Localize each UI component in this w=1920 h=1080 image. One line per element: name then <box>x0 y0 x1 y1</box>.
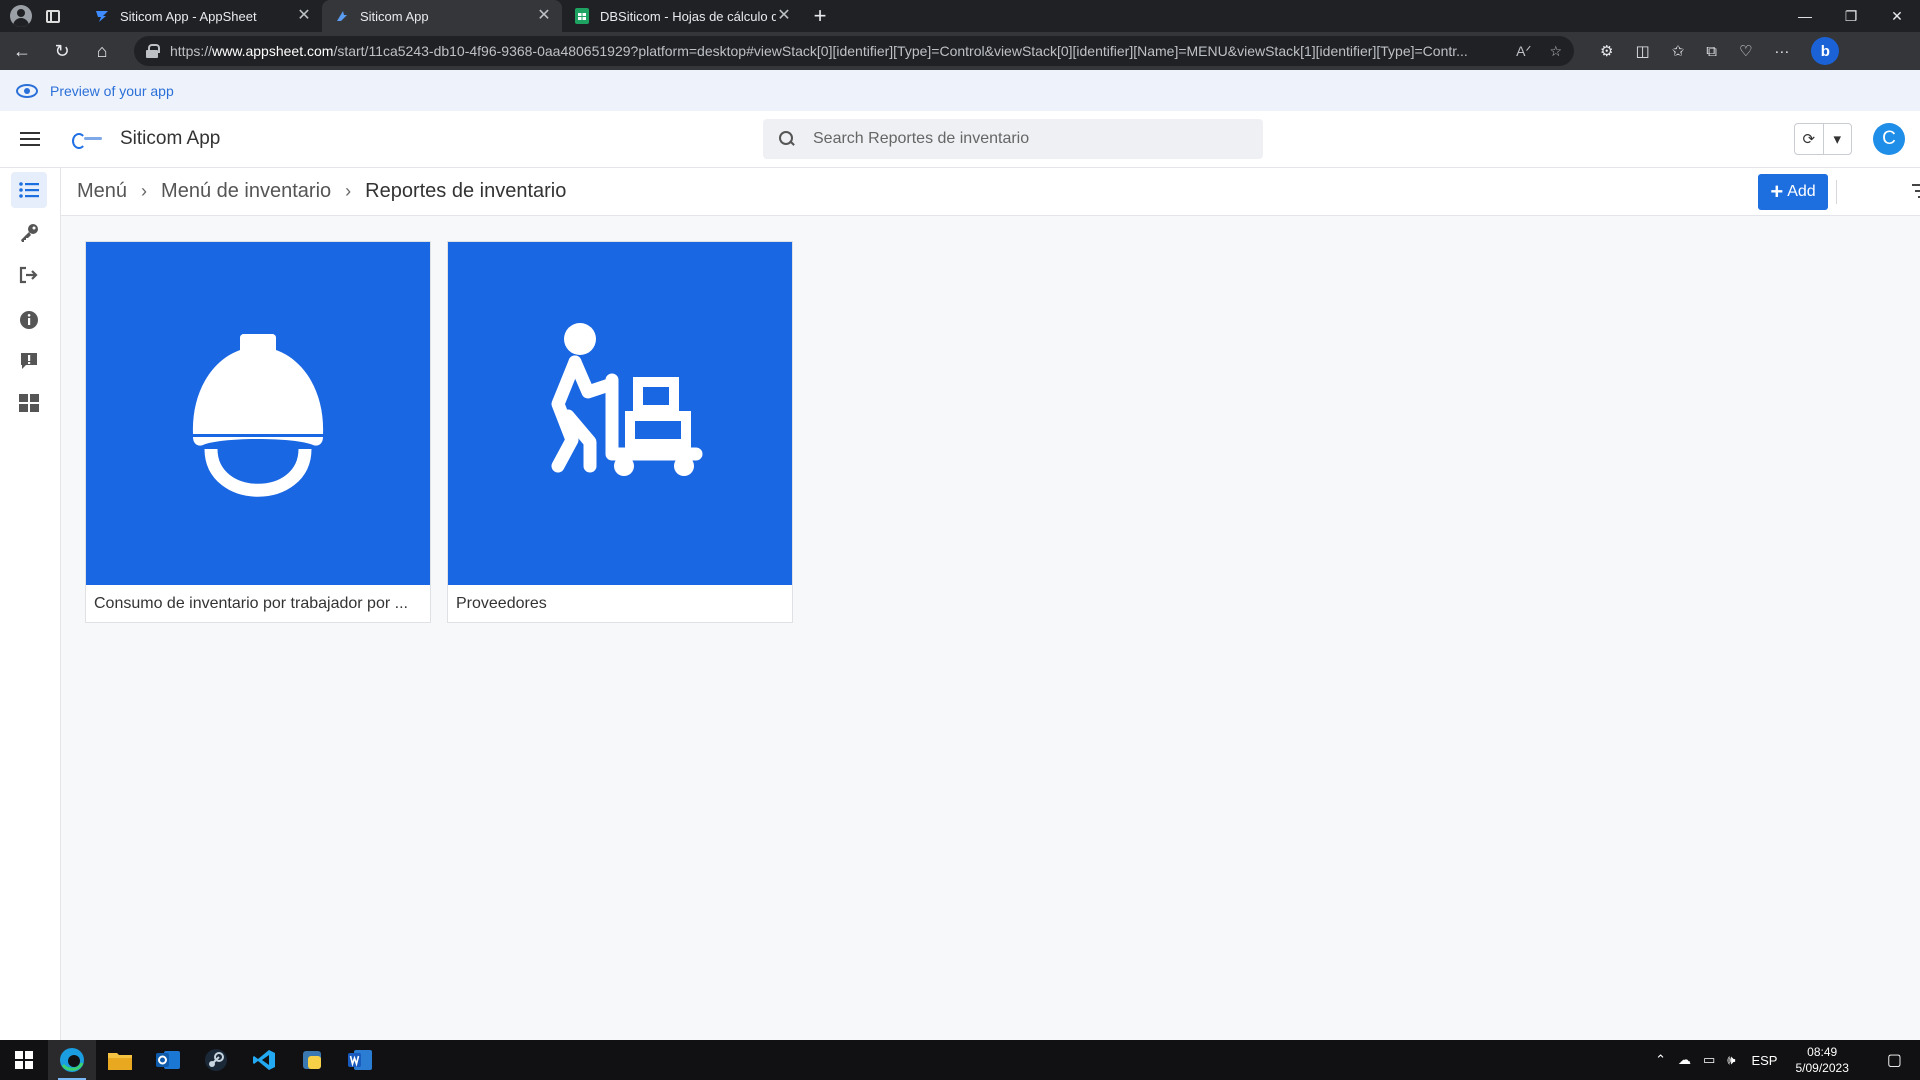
worker-cart-icon <box>551 322 703 476</box>
tab-close-icon[interactable]: ✕ <box>536 8 552 24</box>
favorites-icon[interactable]: ✩ <box>1672 42 1685 60</box>
avatar[interactable]: C <box>1873 123 1905 155</box>
word-icon[interactable] <box>336 1040 384 1080</box>
windows-start-icon[interactable] <box>0 1040 48 1080</box>
plus-icon: + <box>1770 179 1784 204</box>
reload-icon[interactable]: ↻ <box>44 36 80 66</box>
collections-icon[interactable]: ⧉ <box>1706 43 1717 60</box>
hamburger-menu-icon[interactable] <box>20 132 40 146</box>
window-controls: — ❐ ✕ <box>1782 0 1920 32</box>
new-tab-icon[interactable]: + <box>802 0 838 32</box>
back-icon[interactable]: ← <box>4 36 40 66</box>
sheets-favicon-icon <box>574 8 590 24</box>
browser-essentials-icon[interactable]: ♡ <box>1739 42 1752 60</box>
eye-icon <box>16 83 38 98</box>
card-proveedores[interactable]: Proveedores <box>447 241 793 623</box>
tab-close-icon[interactable]: ✕ <box>296 8 312 24</box>
network-icon[interactable]: ▭ <box>1703 1052 1715 1068</box>
breadcrumb: Menú › Menú de inventario › Reportes de … <box>61 168 1920 216</box>
left-nav-rail <box>0 168 61 1040</box>
chevron-right-icon: › <box>141 181 148 201</box>
browser-tab-strip: Siticom App - AppSheet ✕ Siticom App ✕ D… <box>0 0 1920 32</box>
bing-copilot-icon[interactable]: b <box>1811 37 1840 65</box>
home-icon[interactable]: ⌂ <box>84 36 120 66</box>
language-indicator[interactable]: ESP <box>1751 1053 1777 1068</box>
python-icon[interactable] <box>288 1040 336 1080</box>
profile-icon[interactable] <box>10 5 32 27</box>
search-icon <box>779 131 795 147</box>
divider <box>1836 180 1837 204</box>
card-label: Consumo de inventario por trabajador por… <box>94 594 408 612</box>
list-icon[interactable] <box>11 172 47 208</box>
steam-icon[interactable] <box>192 1040 240 1080</box>
restore-icon[interactable]: ❐ <box>1828 0 1874 32</box>
sync-icon[interactable]: ⟳ <box>1795 124 1824 154</box>
feedback-icon[interactable] <box>11 343 47 379</box>
windows-taskbar: ⌃ ☁ ▭ 🕪 ESP 08:49 5/09/2023 ▢ <box>0 1040 1920 1080</box>
app-header: Siticom App Search Reportes de inventari… <box>0 111 1920 168</box>
tab-strip-left <box>0 0 82 32</box>
notifications-icon[interactable]: ▢ <box>1887 1050 1902 1070</box>
breadcrumb-item-menu[interactable]: Menú <box>77 180 127 203</box>
add-button[interactable]: + Add <box>1758 174 1828 210</box>
search-placeholder: Search Reportes de inventario <box>813 130 1030 147</box>
volume-icon[interactable]: 🕪 <box>1727 1052 1735 1068</box>
search-input[interactable]: Search Reportes de inventario <box>763 119 1263 159</box>
extensions-icon[interactable]: ⚙ <box>1600 42 1613 60</box>
minimize-icon[interactable]: — <box>1782 0 1828 32</box>
clock-date: 5/09/2023 <box>1795 1061 1849 1075</box>
clock-time: 08:49 <box>1807 1045 1838 1059</box>
close-window-icon[interactable]: ✕ <box>1874 0 1920 32</box>
split-screen-icon[interactable]: ◫ <box>1635 42 1649 60</box>
browser-tab-sheets[interactable]: DBSiticom - Hojas de cálculo de ✕ <box>562 0 802 32</box>
url-text[interactable]: https://www.appsheet.com/start/11ca5243-… <box>170 43 1504 59</box>
lock-icon[interactable] <box>146 44 160 58</box>
appsheet-favicon-icon <box>94 8 110 24</box>
key-icon[interactable] <box>11 215 47 251</box>
tab-close-icon[interactable]: ✕ <box>776 8 792 24</box>
card-label: Proveedores <box>456 594 547 612</box>
clock[interactable]: 08:49 5/09/2023 <box>1795 1044 1848 1076</box>
browser-toolbar-icons: ⚙ ◫ ✩ ⧉ ♡ ··· b <box>1600 37 1840 65</box>
breadcrumb-item-menu-inventario[interactable]: Menú de inventario <box>161 180 331 203</box>
preview-banner: Preview of your app <box>0 70 1920 111</box>
file-explorer-icon[interactable] <box>96 1040 144 1080</box>
onedrive-icon[interactable]: ☁ <box>1678 1052 1691 1068</box>
chevron-up-icon[interactable]: ⌃ <box>1655 1052 1666 1068</box>
omnibox-icons: Aᐟ ☆ <box>1516 43 1562 60</box>
read-aloud-icon[interactable]: Aᐟ <box>1516 43 1531 60</box>
tab-actions-icon[interactable] <box>46 9 60 23</box>
system-tray: ⌃ ☁ ▭ 🕪 ESP 08:49 5/09/2023 ▢ <box>1643 1040 1920 1080</box>
filter-icon[interactable] <box>1912 184 1920 198</box>
grid-icon[interactable] <box>11 385 47 421</box>
logout-icon[interactable] <box>11 257 47 293</box>
address-bar-row: ← ↻ ⌂ https://www.appsheet.com/start/11c… <box>0 32 1920 70</box>
card-tile[interactable] <box>86 242 430 585</box>
favorite-star-icon[interactable]: ☆ <box>1549 43 1562 60</box>
browser-tab-appsheet[interactable]: Siticom App - AppSheet ✕ <box>82 0 322 32</box>
preview-text: Preview of your app <box>50 82 174 99</box>
address-bar[interactable]: https://www.appsheet.com/start/11ca5243-… <box>134 36 1574 66</box>
tab-title: Siticom App <box>360 8 429 24</box>
sync-button-group: ⟳ ▾ <box>1794 123 1852 155</box>
card-consumo-inventario[interactable]: Consumo de inventario por trabajador por… <box>85 241 431 623</box>
siticom-logo <box>70 129 106 149</box>
tab-title: DBSiticom - Hojas de cálculo de <box>600 8 776 24</box>
page-title: Reportes de inventario <box>365 180 567 202</box>
more-menu-icon[interactable]: ··· <box>1774 43 1789 60</box>
siticom-favicon-icon <box>334 8 350 24</box>
app-name: Siticom App <box>120 128 221 149</box>
sync-dropdown-icon[interactable]: ▾ <box>1824 124 1852 154</box>
chevron-right-icon: › <box>345 181 352 201</box>
browser-tab-siticom[interactable]: Siticom App ✕ <box>322 0 562 32</box>
tab-title: Siticom App - AppSheet <box>120 8 257 24</box>
add-button-label: Add <box>1787 183 1816 200</box>
edge-icon[interactable] <box>48 1040 96 1080</box>
vscode-icon[interactable] <box>240 1040 288 1080</box>
card-tile[interactable] <box>448 242 792 585</box>
hard-hat-icon <box>192 333 324 497</box>
outlook-icon[interactable] <box>144 1040 192 1080</box>
info-icon[interactable] <box>11 302 47 338</box>
